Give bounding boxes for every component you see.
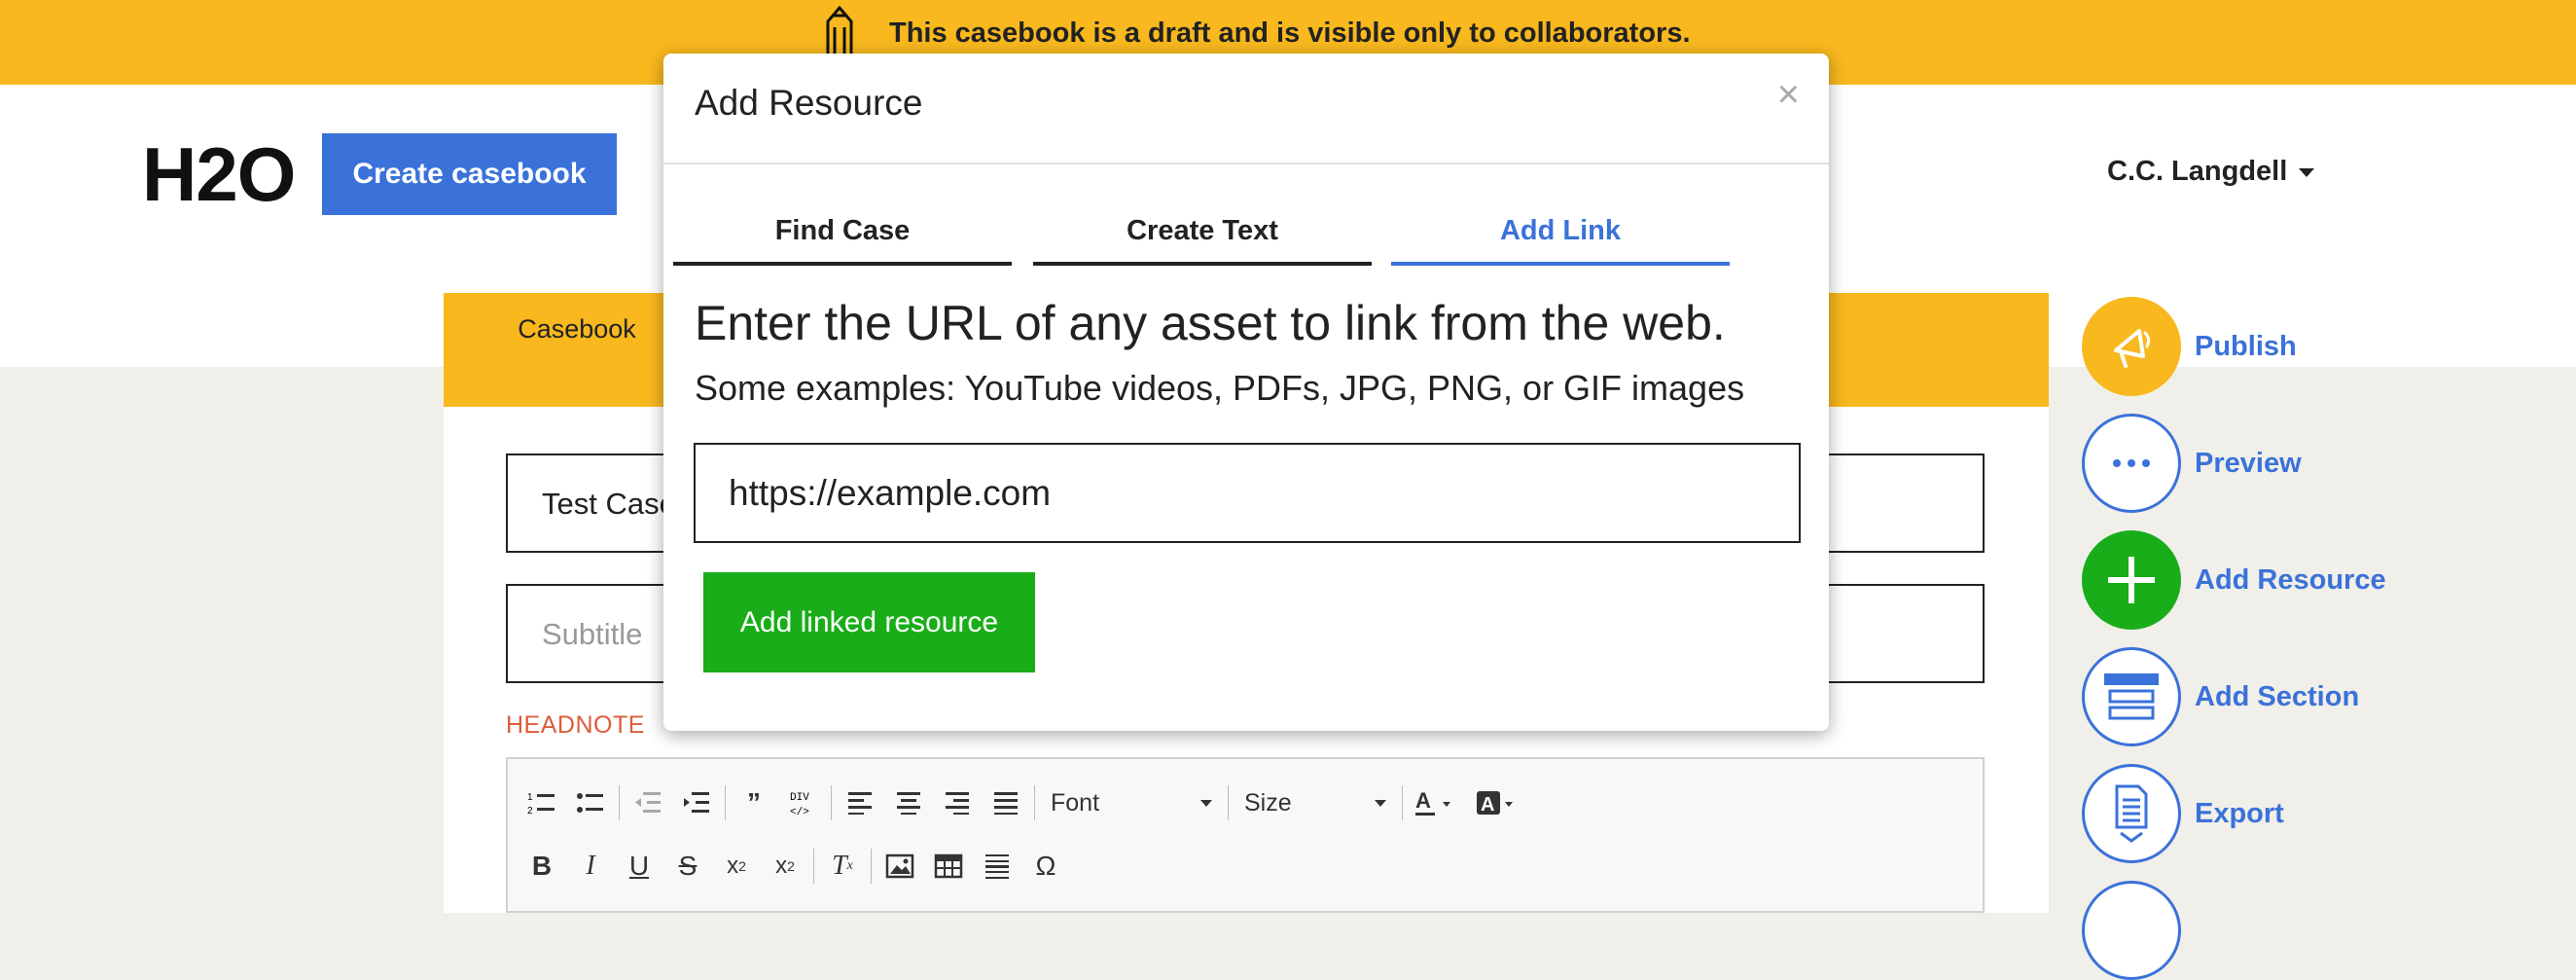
font-select[interactable]: Font [1039,781,1224,824]
chevron-down-icon [2299,167,2315,177]
italic-icon[interactable]: I [566,845,615,888]
toolbar-divider [871,849,872,884]
bulleted-list-icon[interactable] [566,781,615,824]
clear-formatting-icon[interactable]: Tx [818,845,867,888]
svg-text:1: 1 [527,792,533,803]
modal-title: Add Resource [695,83,923,123]
size-select-label: Size [1244,788,1292,817]
table-icon[interactable] [924,845,973,888]
add-section-label: Add Section [2195,680,2360,712]
image-icon[interactable] [876,845,924,888]
title-field-value: Test Case [542,487,676,521]
text-color-icon[interactable]: A [1407,781,1469,824]
partial-action-icon [2082,881,2181,980]
svg-text:A: A [1415,788,1431,813]
modal-divider [663,163,1829,164]
justify-icon[interactable] [982,781,1030,824]
document-download-icon [2082,764,2181,863]
align-left-icon[interactable] [836,781,884,824]
add-section-action[interactable]: Add Section [2082,647,2359,746]
toolbar-divider [1228,785,1229,820]
pencil-icon [826,6,853,58]
align-right-icon[interactable] [933,781,982,824]
toolbar-divider [619,785,620,820]
toolbar-divider [1402,785,1403,820]
tab-create-text[interactable]: Create Text [1033,207,1372,266]
close-icon[interactable]: × [1777,75,1800,114]
div-container-icon[interactable]: DIV </> [778,781,827,824]
create-casebook-button[interactable]: Create casebook [322,133,617,215]
numbered-list-icon[interactable]: 12 [518,781,566,824]
svg-text:DIV: DIV [790,792,809,804]
outdent-icon[interactable] [624,781,672,824]
toolbar-divider [813,849,814,884]
special-character-icon[interactable]: Ω [1021,845,1070,888]
url-input[interactable] [694,443,1801,543]
add-resource-label: Add Resource [2195,563,2386,596]
modal-subheading: Some examples: YouTube videos, PDFs, JPG… [695,368,1745,408]
publish-label: Publish [2195,330,2297,362]
indent-icon[interactable] [672,781,721,824]
rich-text-toolbar: 12 ” DIV </> Font Size A A B I U S x 2 x… [506,757,1985,913]
superscript-icon[interactable]: x2 [761,845,809,888]
strikethrough-icon[interactable]: S [663,845,712,888]
subtitle-field-placeholder: Subtitle [542,617,643,651]
tab-add-link[interactable]: Add Link [1391,207,1730,266]
background-color-icon[interactable]: A [1469,781,1531,824]
subscript-icon[interactable]: x2 [712,845,761,888]
tab-add-link-label: Add Link [1499,215,1622,246]
export-action[interactable]: Export [2082,764,2284,863]
preview-label: Preview [2195,447,2302,479]
ellipsis-icon [2082,414,2181,513]
export-label: Export [2195,797,2284,829]
preview-action[interactable]: Preview [2082,414,2302,513]
chevron-down-icon [1375,799,1386,807]
tab-create-text-label: Create Text [1127,215,1278,246]
svg-text:2: 2 [527,806,533,817]
tab-find-case-label: Find Case [774,215,911,246]
add-resource-action[interactable]: Add Resource [2082,530,2386,630]
add-linked-resource-button[interactable]: Add linked resource [703,572,1035,672]
tab-find-case[interactable]: Find Case [673,207,1012,266]
megaphone-icon [2082,297,2181,396]
bold-icon[interactable]: B [518,845,566,888]
chevron-down-icon [1200,799,1212,807]
toolbar-divider [1034,785,1035,820]
more-action[interactable] [2082,881,2181,980]
horizontal-rule-icon[interactable] [973,845,1021,888]
svg-text:</>: </> [790,807,809,817]
user-menu[interactable]: C.C. Langdell [2107,156,2315,188]
svg-text:A: A [1481,794,1494,816]
add-resource-modal: Add Resource × Find Case Create Text Add… [663,54,1829,731]
h2o-logo[interactable]: H2O [142,136,296,212]
user-name: C.C. Langdell [2107,156,2288,187]
draft-banner-text: This casebook is a draft and is visible … [889,18,1691,49]
headnote-label: HEADNOTE [506,711,645,739]
publish-action[interactable]: Publish [2082,297,2297,396]
plus-icon [2082,530,2181,630]
font-select-label: Font [1051,788,1100,817]
toolbar-divider [831,785,832,820]
toolbar-divider [725,785,726,820]
section-icon [2082,647,2181,746]
size-select[interactable]: Size [1233,781,1398,824]
align-center-icon[interactable] [884,781,933,824]
underline-icon[interactable]: U [615,845,663,888]
blockquote-icon[interactable]: ” [730,781,778,824]
modal-heading: Enter the URL of any asset to link from … [695,296,1726,350]
